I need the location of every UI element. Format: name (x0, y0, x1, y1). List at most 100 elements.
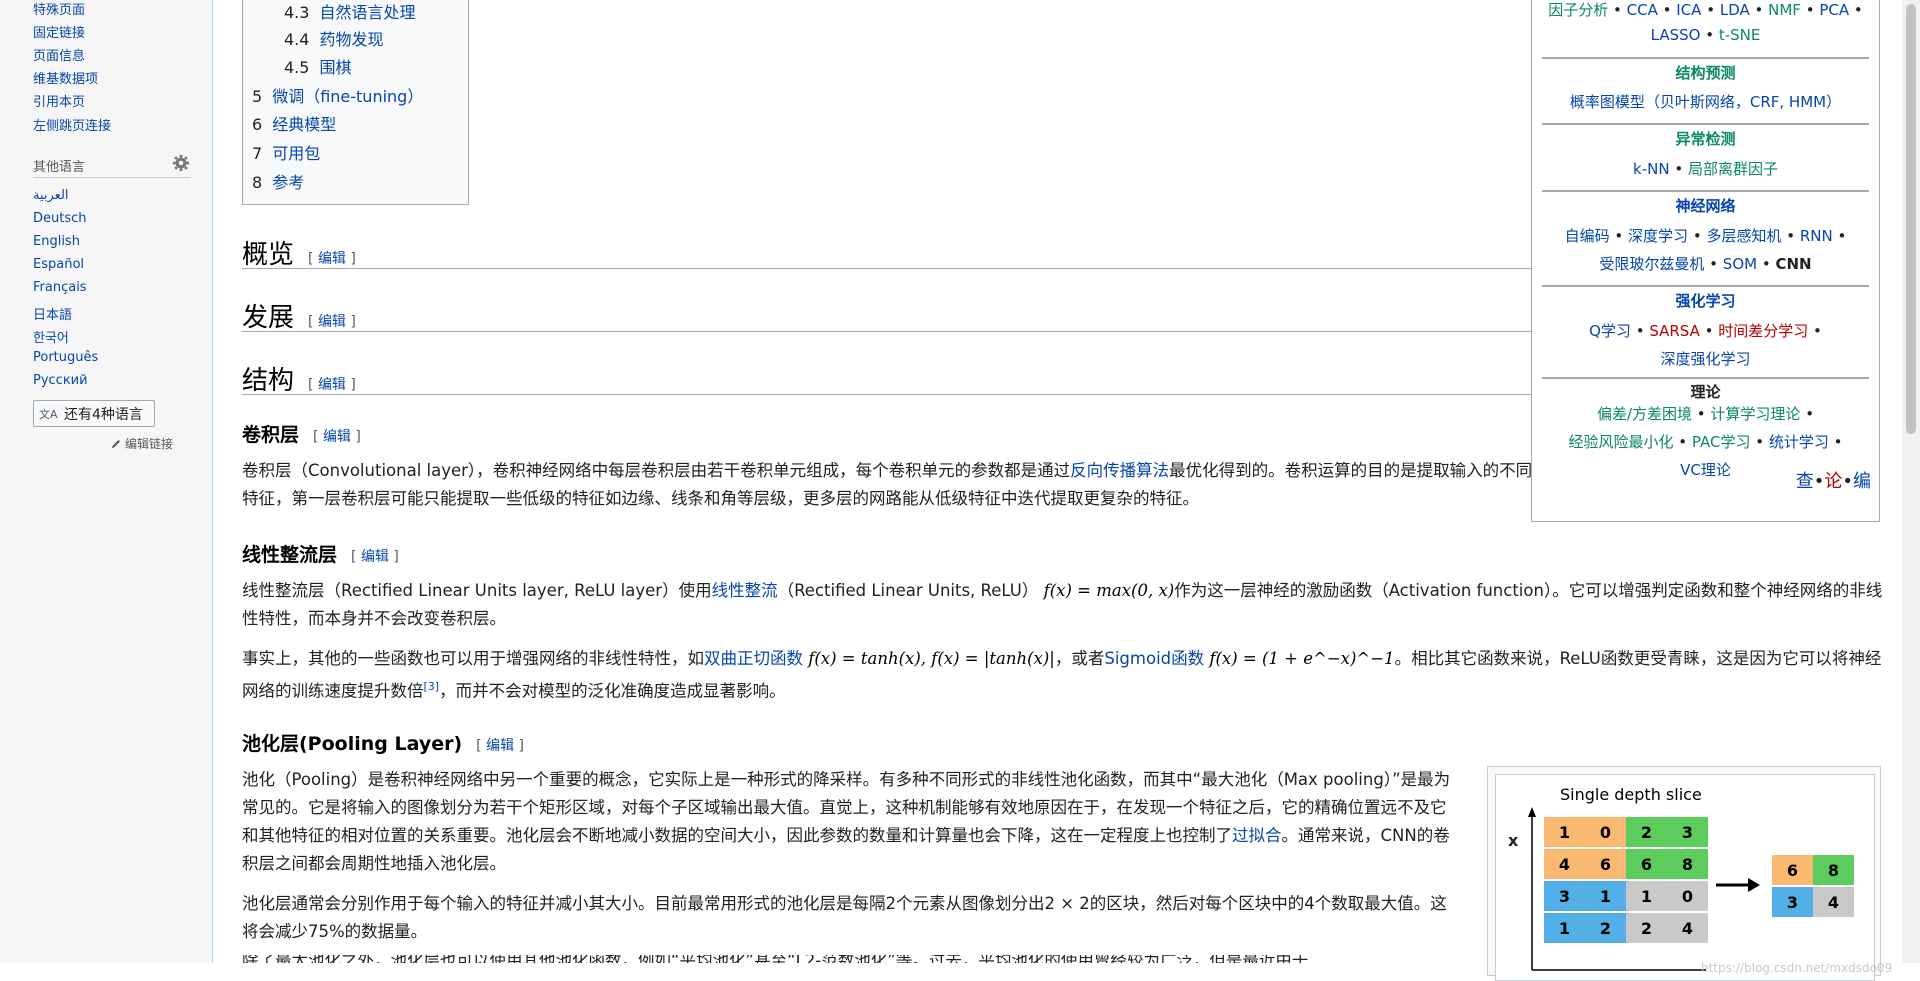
more-languages-button[interactable]: 文A 还有4种语言 (33, 400, 155, 427)
scrollbar[interactable] (1902, 0, 1920, 963)
lang-portuguese[interactable]: Português (33, 350, 98, 365)
grid-cell: 1 (1544, 913, 1585, 943)
navbox-link[interactable]: t-SNE (1719, 26, 1761, 44)
navbox-link[interactable]: 经验风险最小化 (1569, 433, 1674, 451)
navbox-link[interactable]: LDA (1720, 1, 1750, 19)
navbox-link[interactable]: 多层感知机 (1706, 227, 1781, 245)
toc-item[interactable]: 4.5 围棋 (284, 54, 351, 78)
link-overfitting[interactable]: 过拟合 (1232, 826, 1282, 845)
toc-text[interactable]: 微调（fine-tuning） (272, 87, 423, 106)
heading-development: 发展[ 编辑 ] (242, 303, 356, 333)
navbox-link[interactable]: SOM (1723, 255, 1757, 273)
toc-text[interactable]: 自然语言处理 (319, 3, 415, 22)
navbox-link[interactable]: NMF (1768, 1, 1801, 19)
navbox-link[interactable]: 因子分析 (1548, 1, 1608, 19)
navbox-link[interactable]: 受限玻尔兹曼机 (1599, 255, 1704, 273)
heading-divider (242, 268, 1547, 269)
link-tanh[interactable]: 双曲正切函数 (704, 649, 803, 668)
navbox-link[interactable]: Q学习 (1589, 322, 1631, 340)
edit-section-link[interactable]: 编辑 (318, 314, 346, 330)
navbox-link[interactable]: ICA (1676, 1, 1701, 19)
toc-text[interactable]: 经典模型 (272, 115, 336, 134)
toc-item[interactable]: 5 微调（fine-tuning） (252, 83, 423, 107)
toc-text[interactable]: 可用包 (272, 144, 320, 163)
view-template-link[interactable]: 查 (1796, 471, 1814, 492)
scrollbar-thumb[interactable] (1906, 4, 1916, 434)
edit-section-link[interactable]: 编辑 (318, 377, 346, 393)
link-backpropagation[interactable]: 反向传播算法 (1070, 461, 1169, 480)
sidebar-item-special-pages[interactable]: 特殊页面 (33, 0, 85, 18)
text: 事实上，其他的一些函数也可以用于增强网络的非线性特性，如 (242, 649, 704, 668)
navbox-link[interactable]: 局部离群因子 (1688, 160, 1778, 178)
toc-number: 4.4 (284, 30, 310, 49)
citation[interactable]: [3] (424, 680, 440, 693)
navbox-link[interactable]: 统计学习 (1769, 433, 1829, 451)
text: 除了最大池化之外，池化层也可以使用其他池化函数，例如“平均池化”甚至“L2-范数… (242, 955, 1308, 963)
navbox-link[interactable]: CCA (1627, 1, 1658, 19)
toc-text[interactable]: 参考 (272, 173, 304, 192)
talk-template-link[interactable]: 论 (1824, 471, 1842, 492)
toc-text[interactable]: 围棋 (319, 58, 351, 77)
lang-spanish[interactable]: Español (33, 257, 84, 272)
navbox-link[interactable]: VC理论 (1680, 461, 1731, 479)
navbox-link[interactable]: 概率图模型（贝叶斯网络，CRF, HMM） (1570, 93, 1841, 111)
navbox-link[interactable]: 自编码 (1565, 227, 1610, 245)
edit-template-link[interactable]: 编 (1853, 471, 1871, 492)
languages-divider (33, 177, 191, 178)
navbox-heading: 异常检测 (1675, 130, 1736, 148)
heading-text: 卷积层 (242, 424, 300, 446)
ml-navbox: 因子分析 • CCA • ICA • LDA • NMF • PCA • LAS… (1531, 0, 1880, 522)
heading-overview: 概览[ 编辑 ] (242, 240, 356, 270)
navbox-heading[interactable]: 神经网络 (1532, 195, 1879, 216)
toc-item[interactable]: 4.4 药物发现 (284, 26, 383, 50)
navbox-link[interactable]: 偏差/方差困境 (1597, 405, 1692, 423)
toc-item[interactable]: 7 可用包 (252, 140, 320, 164)
sidebar-item-permalink[interactable]: 固定链接 (33, 22, 85, 41)
edit-section-link[interactable]: 编辑 (486, 738, 514, 754)
navbox-link[interactable]: 时间差分学习 (1718, 322, 1808, 340)
grid-cell: 6 (1626, 849, 1667, 879)
table-of-contents: 4.3 自然语言处理 4.4 药物发现 4.5 围棋 5 微调（fine-tuning）… (242, 0, 469, 205)
lang-german[interactable]: Deutsch (33, 211, 87, 226)
navbox-link[interactable]: 深度强化学习 (1660, 350, 1750, 368)
navbox-link[interactable]: LASSO (1651, 26, 1701, 44)
gear-icon[interactable] (172, 154, 190, 172)
toc-item[interactable]: 4.3 自然语言处理 (284, 0, 415, 23)
navbox-link[interactable]: k-NN (1633, 160, 1670, 178)
text: ，而并不会对模型的泛化准确度造成显著影响。 (439, 681, 786, 701)
edit-links[interactable]: 编辑链接 (110, 435, 173, 452)
max-pooling-figure[interactable]: Single depth slice x 1023466831101224 68… (1487, 766, 1892, 981)
lang-korean[interactable]: 한국어 (33, 327, 69, 346)
grid-cell: 1 (1626, 881, 1667, 911)
lang-arabic[interactable]: العربية (33, 188, 69, 203)
sidebar-item-wikidata[interactable]: 维基数据项 (33, 68, 98, 87)
navbox-link[interactable]: PAC学习 (1692, 433, 1751, 451)
navbox-heading[interactable]: 强化学习 (1532, 290, 1879, 311)
toc-text[interactable]: 药物发现 (319, 30, 383, 49)
sidebar-item-cite[interactable]: 引用本页 (33, 91, 85, 110)
sidebar-item-left-jump[interactable]: 左侧跳页连接 (33, 115, 111, 134)
edit-section-link[interactable]: 编辑 (361, 549, 389, 565)
lang-japanese[interactable]: 日本語 (33, 304, 72, 323)
navbox-link[interactable]: RNN (1800, 227, 1833, 245)
link-relu[interactable]: 线性整流 (712, 581, 778, 600)
edit-section-link[interactable]: 编辑 (318, 251, 346, 267)
toc-item[interactable]: 6 经典模型 (252, 111, 336, 135)
sidebar-item-page-info[interactable]: 页面信息 (33, 45, 85, 64)
navbox-link[interactable]: SARSA (1649, 322, 1700, 340)
navbox-link[interactable]: 计算学习理论 (1710, 405, 1800, 423)
paragraph-pool-3: 除了最大池化之外，池化层也可以使用其他池化函数，例如“平均池化”甚至“L2-范数… (242, 955, 1454, 963)
lang-russian[interactable]: Русский (33, 373, 88, 388)
navbox-link[interactable]: 深度学习 (1628, 227, 1688, 245)
heading-text: 池化层(Pooling Layer) (242, 733, 463, 755)
lang-english[interactable]: English (33, 234, 80, 249)
link-sigmoid[interactable]: Sigmoid函数 (1104, 649, 1204, 668)
lang-french[interactable]: Français (33, 280, 87, 295)
navbox-link[interactable]: PCA (1819, 1, 1849, 19)
heading-divider (242, 394, 1547, 395)
main-content: 4.3 自然语言处理 4.4 药物发现 4.5 围棋 5 微调（fine-tuning）… (213, 0, 1900, 981)
edit-section-link[interactable]: 编辑 (323, 429, 351, 445)
navbox-heading: 结构预测 (1675, 64, 1736, 82)
toc-item[interactable]: 8 参考 (252, 169, 304, 193)
heading-divider (242, 331, 1547, 332)
